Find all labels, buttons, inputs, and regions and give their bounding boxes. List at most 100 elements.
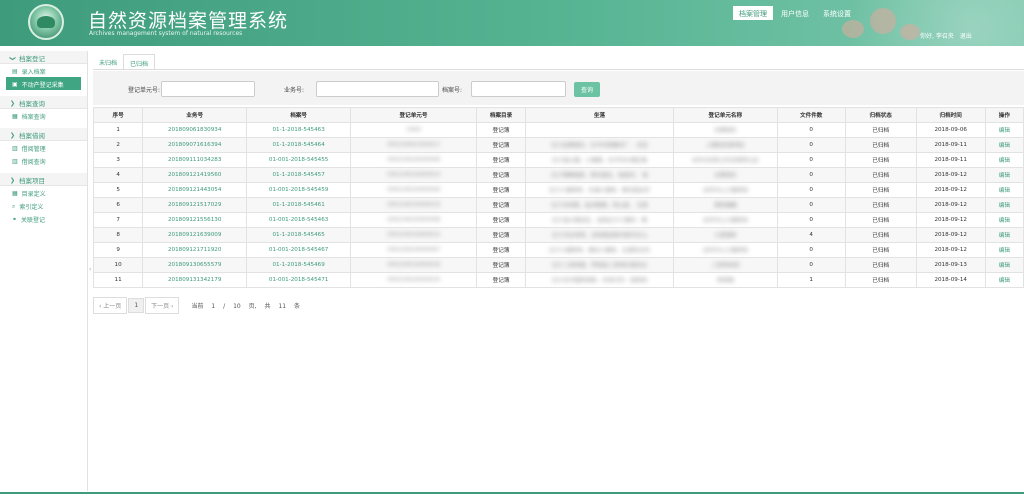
sidebar-item[interactable]: ▤ 录入档案 <box>0 64 87 77</box>
link-icon: ⚭ <box>12 216 18 223</box>
table-cell[interactable]: 201809121419560 <box>142 167 248 183</box>
table-cell[interactable]: 201809121556130 <box>142 212 248 228</box>
sidebar-collapse-icon[interactable]: ‹ <box>89 266 91 273</box>
redacted-text: 长期保存 <box>714 173 737 179</box>
table-cell[interactable]: 201809130655579 <box>142 257 248 273</box>
table-cell[interactable]: 01-1-2018-545465 <box>246 227 352 243</box>
table-cell[interactable]: 01-001-2018-545471 <box>246 272 352 288</box>
table-cell: 登记簿 <box>475 122 527 138</box>
table-cell[interactable]: 01-001-2018-545463 <box>246 212 352 228</box>
top-nav-item[interactable]: 用户信息 <box>775 6 815 20</box>
table-header-row: 序号 业务号 档案号 登记单元号 档案目录 坐落 登记单元名称 文件件数 归档状态 归档时间 操作 <box>92 107 1024 123</box>
top-nav: 档案管理 用户信息 系统设置 <box>733 6 859 22</box>
table-cell: 长期保存 <box>672 167 778 183</box>
table-cell[interactable]: 编辑 <box>984 242 1024 258</box>
tab[interactable]: 已归档 <box>123 54 156 70</box>
table-cell: 6 <box>92 197 144 213</box>
table-cell[interactable]: 编辑 <box>984 272 1024 288</box>
table-cell: 位于名中国林场新、东林文件、临西则 <box>525 272 674 288</box>
records-unit: 条 <box>294 302 301 310</box>
sidebar-item[interactable]: ▦ 档案查询 <box>0 109 87 122</box>
table-cell: 330224010000006 <box>350 152 477 168</box>
table-cell[interactable]: 201809111034283 <box>142 152 248 168</box>
sidebar-group[interactable]: ❯ 档案项目 <box>0 173 87 186</box>
biz-no-label: 业务号: <box>284 87 305 94</box>
table-row: 6 201809121517029 01-1-2018-545461 33022401… <box>92 197 1024 213</box>
table-cell[interactable]: 编辑 <box>984 152 1024 168</box>
archive-no-label: 档案号: <box>442 87 463 94</box>
table-cell[interactable]: 编辑 <box>984 212 1024 228</box>
redacted-text: 位于金沙镇深区、且陆位于小镇村、粮 <box>551 218 648 224</box>
table-cell: 去年中心小镇林场 <box>672 212 778 228</box>
archive-no-input[interactable] <box>471 81 566 97</box>
table-cell[interactable]: 201809131342179 <box>142 272 248 288</box>
tab[interactable]: 未归档 <box>93 54 123 70</box>
sidebar-label: 关联登记 <box>21 217 46 224</box>
chevron-icon: ❯ <box>10 99 16 107</box>
top-nav-item[interactable]: 系统设置 <box>817 6 857 20</box>
upload-icon: ▤ <box>12 68 18 75</box>
chevron-icon: ❯ <box>10 131 16 139</box>
page-button[interactable]: 1 <box>128 297 145 313</box>
table-cell[interactable]: 201809071616394 <box>142 137 248 153</box>
table-cell[interactable]: 01-001-2018-545467 <box>246 242 352 258</box>
sidebar-item[interactable]: ▥ 借阅查询 <box>0 154 87 167</box>
biz-no-input[interactable] <box>316 81 439 97</box>
sidebar-item[interactable]: ⚭ 关联登记 <box>0 212 87 225</box>
table-cell[interactable]: 编辑 <box>984 137 1024 153</box>
chevron-icon: ❯ <box>10 176 16 184</box>
app-subtitle: Archives management system of natural re… <box>89 30 243 37</box>
query-button[interactable]: 查询 <box>574 82 600 97</box>
table-cell[interactable]: 201809121517029 <box>142 197 248 213</box>
prev-page-button[interactable]: ‹ 上一页 <box>93 296 128 314</box>
table-cell[interactable]: 01-1-2018-545461 <box>246 197 352 213</box>
logout-link[interactable]: 退出 <box>960 31 972 40</box>
redacted-text: 长期保存 <box>714 128 737 134</box>
top-nav-item[interactable]: 档案管理 <box>733 6 773 20</box>
table-cell[interactable]: 201809121639009 <box>142 227 248 243</box>
next-page-button[interactable]: 下一页 › <box>145 296 180 314</box>
table-cell[interactable]: 01-1-2018-545463 <box>246 122 352 138</box>
table-cell[interactable]: 01-001-2018-545455 <box>246 152 352 168</box>
column-header: 坐落 <box>525 107 674 123</box>
table-cell[interactable]: 编辑 <box>984 257 1024 273</box>
sidebar-label: 不动产登记采集 <box>21 82 64 89</box>
grid-icon: ▦ <box>12 190 18 197</box>
table-row: 5 201809121443054 01-001-2018-545459 330224… <box>92 182 1024 198</box>
table-cell: 位于金華镇河、东平村南辙村厂、 后至 <box>525 137 674 153</box>
sidebar-item[interactable]: ▥ 借阅管理 <box>0 141 87 154</box>
redacted-text: 位于蓝山镇、小塘镇、东平村乡镇区路 <box>551 158 648 164</box>
tab-bar: 未归档 已归档 <box>93 54 156 70</box>
table-cell[interactable]: 201809121711920 <box>142 242 248 258</box>
sidebar-group[interactable]: ❮ 档案登记 <box>0 51 87 64</box>
table-cell[interactable]: 201809061830934 <box>142 122 248 138</box>
app-title: 自然资源档案管理系统 <box>88 10 289 32</box>
unit-no-input[interactable] <box>161 81 255 97</box>
table-cell: 330224010000008 <box>350 212 477 228</box>
sidebar-item[interactable]: ▣ 不动产登记采集 <box>6 77 81 90</box>
table-cell[interactable]: 编辑 <box>984 167 1024 183</box>
table-cell[interactable]: 01-001-2018-545459 <box>246 182 352 198</box>
redacted-text: 周新播播 <box>714 203 737 209</box>
table-cell: 位于小镇林林、粮仓小镇林、北湖农业村 <box>525 242 674 258</box>
table-cell[interactable]: 01-1-2018-545469 <box>246 257 352 273</box>
table-cell: 位于金沙镇深区、且陆位于小镇村、粮 <box>525 212 674 228</box>
table-cell[interactable]: 编辑 <box>984 227 1024 243</box>
table-cell[interactable]: 201809121443054 <box>142 182 248 198</box>
redacted-text: 330224010000022 <box>386 232 441 238</box>
sidebar-item[interactable]: ⌕ 索引定义 <box>0 199 87 212</box>
table-cell[interactable]: 编辑 <box>984 122 1024 138</box>
redacted-text: 西林镇 <box>716 278 734 284</box>
redacted-text: 上期民防事项区 <box>705 143 745 149</box>
sidebar-group[interactable]: ❯ 档案借阅 <box>0 128 87 141</box>
table-cell[interactable]: 01-1-2018-545464 <box>246 137 352 153</box>
current-page-value: 1 <box>211 302 216 310</box>
table-cell: 0 <box>776 152 846 168</box>
sidebar-item[interactable]: ▦ 目录定义 <box>0 186 87 199</box>
table-cell[interactable]: 01-1-2018-545457 <box>246 167 352 183</box>
table-cell[interactable]: 编辑 <box>984 197 1024 213</box>
table-cell[interactable]: 编辑 <box>984 182 1024 198</box>
table-cell: 已归档 <box>844 227 917 243</box>
sidebar-group[interactable]: ❯ 档案查询 <box>0 96 87 109</box>
footer-line <box>0 492 1024 494</box>
